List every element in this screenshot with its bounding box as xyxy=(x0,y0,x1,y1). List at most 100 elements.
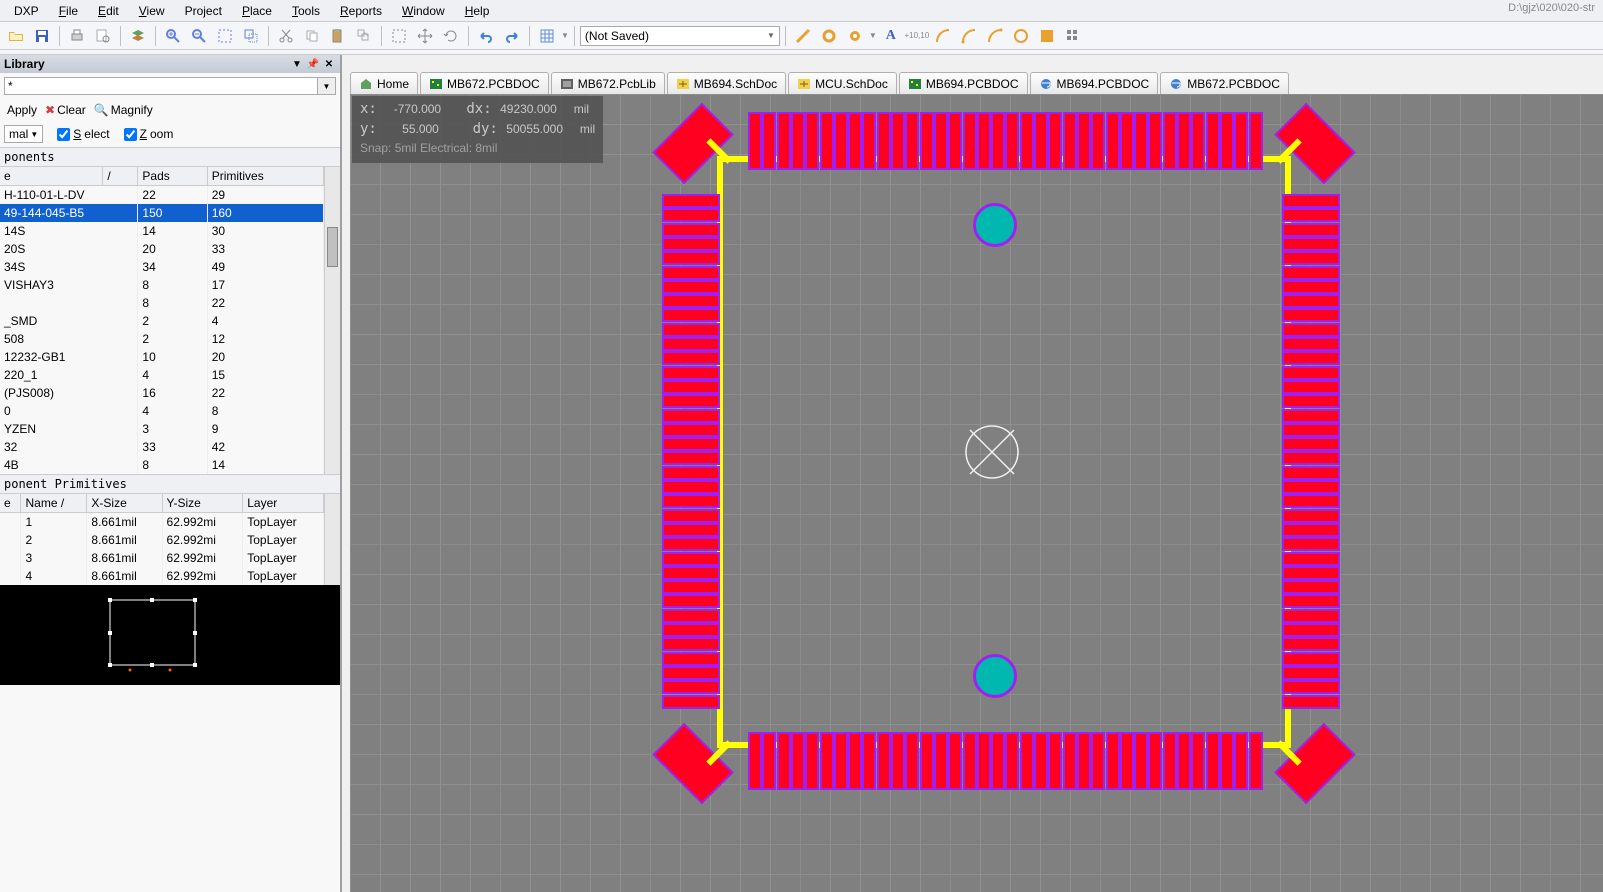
paste-icon[interactable] xyxy=(326,25,350,47)
table-row[interactable]: 048 xyxy=(0,402,324,420)
tab-mb672-pcblib[interactable]: MB672.PcbLib xyxy=(551,72,665,94)
pin-icon[interactable]: 📌 xyxy=(306,57,320,71)
close-icon[interactable]: ✕ xyxy=(322,57,336,71)
track-icon[interactable] xyxy=(791,25,815,47)
scrollbar[interactable] xyxy=(324,167,340,474)
smd-pad xyxy=(1048,732,1062,790)
tab-mb694-pcbdoc[interactable]: MB694.PCBDOC xyxy=(899,72,1028,94)
magnify-button[interactable]: 🔍Magnify xyxy=(91,101,156,119)
smd-pad xyxy=(862,112,876,170)
tab-mb672-pcbdoc[interactable]: MB672.PCBDOC xyxy=(420,72,549,94)
table-row[interactable]: (PJS008)1622 xyxy=(0,384,324,402)
zoom-checkbox[interactable]: Zoom xyxy=(124,127,174,141)
smd-pad xyxy=(1005,732,1019,790)
table-row[interactable]: 14S1430 xyxy=(0,222,324,240)
circle-icon[interactable] xyxy=(1009,25,1033,47)
dimension-icon[interactable]: +10,10 xyxy=(905,25,929,47)
table-row[interactable]: 34S3449 xyxy=(0,258,324,276)
menu-place[interactable]: Place xyxy=(232,2,282,20)
table-row[interactable]: 220_1415 xyxy=(0,366,324,384)
zoom-sel-icon[interactable] xyxy=(239,25,263,47)
save-icon[interactable] xyxy=(30,25,54,47)
table-row[interactable]: YZEN39 xyxy=(0,420,324,438)
array-icon[interactable] xyxy=(1061,25,1085,47)
select-icon[interactable] xyxy=(387,25,411,47)
pad-icon[interactable] xyxy=(817,25,841,47)
pcb-canvas[interactable]: x: -770.000 dx: 49230.000 mil y: 55.000 … xyxy=(350,94,1603,892)
menu-dxp[interactable]: DXP xyxy=(4,2,49,20)
redo-icon[interactable] xyxy=(500,25,524,47)
fiducial xyxy=(973,654,1017,698)
undo-icon[interactable] xyxy=(474,25,498,47)
tab-mb694-schdoc[interactable]: MB694.SchDoc xyxy=(667,72,786,94)
smd-pad xyxy=(1091,732,1105,790)
layers-icon[interactable] xyxy=(126,25,150,47)
menu-reports[interactable]: Reports xyxy=(330,2,392,20)
smd-pad xyxy=(762,112,776,170)
tab-mb672-pcbdoc[interactable]: MB672.PCBDOC xyxy=(1160,72,1289,94)
preview-icon[interactable] xyxy=(91,25,115,47)
menu-edit[interactable]: Edit xyxy=(88,2,129,20)
table-row[interactable]: 18.661mil62.992miTopLayer xyxy=(0,513,324,532)
smd-pad xyxy=(1282,251,1340,265)
primitives-grid[interactable]: eName /X-SizeY-SizeLayer 18.661mil62.992… xyxy=(0,494,324,585)
smd-pad xyxy=(1282,466,1340,480)
layer-dropdown[interactable]: (Not Saved) ▼ xyxy=(580,26,780,46)
smd-pad xyxy=(1282,223,1340,237)
select-checkbox[interactable]: Select xyxy=(57,127,109,141)
table-row[interactable]: 48.661mil62.992miTopLayer xyxy=(0,567,324,585)
menu-help[interactable]: Help xyxy=(455,2,500,20)
menu-tools[interactable]: Tools xyxy=(282,2,330,20)
zoom-fit-icon[interactable] xyxy=(213,25,237,47)
table-row[interactable]: 508212 xyxy=(0,330,324,348)
smd-pad xyxy=(662,652,720,666)
filter-dropdown-icon[interactable]: ▼ xyxy=(318,77,336,95)
menu-file[interactable]: File xyxy=(49,2,88,20)
table-row[interactable]: 20S2033 xyxy=(0,240,324,258)
zoom-out-icon[interactable] xyxy=(187,25,211,47)
arc1-icon[interactable] xyxy=(931,25,955,47)
table-row[interactable]: 28.661mil62.992miTopLayer xyxy=(0,531,324,549)
filter-input[interactable] xyxy=(4,77,318,95)
copy-icon[interactable] xyxy=(300,25,324,47)
via-icon[interactable] xyxy=(843,25,867,47)
clear-button[interactable]: ✖Clear xyxy=(42,101,89,119)
table-row[interactable]: 4B814 xyxy=(0,456,324,474)
table-row[interactable]: 822 xyxy=(0,294,324,312)
table-row[interactable]: VISHAY3817 xyxy=(0,276,324,294)
tab-mcu-schdoc[interactable]: MCU.SchDoc xyxy=(788,72,897,94)
cut-icon[interactable] xyxy=(274,25,298,47)
arc2-icon[interactable] xyxy=(957,25,981,47)
tab-mb694-pcbdoc[interactable]: MB694.PCBDOC xyxy=(1030,72,1159,94)
rotate-icon[interactable] xyxy=(439,25,463,47)
move-icon[interactable] xyxy=(413,25,437,47)
scrollbar[interactable] xyxy=(324,494,340,585)
smd-pad xyxy=(805,112,819,170)
menu-window[interactable]: Window xyxy=(392,2,455,20)
zoom-in-icon[interactable] xyxy=(161,25,185,47)
dropdown-icon[interactable]: ▼ xyxy=(290,57,304,71)
open-icon[interactable] xyxy=(4,25,28,47)
tab-home[interactable]: Home xyxy=(350,72,418,94)
apply-button[interactable]: Apply xyxy=(4,101,40,119)
table-row[interactable]: 323342 xyxy=(0,438,324,456)
print-icon[interactable] xyxy=(65,25,89,47)
table-row[interactable]: 12232-GB11020 xyxy=(0,348,324,366)
duplicate-icon[interactable] xyxy=(352,25,376,47)
menu-view[interactable]: View xyxy=(129,2,175,20)
menu-project[interactable]: Project xyxy=(175,2,232,20)
table-row[interactable]: H-110-01-L-DV2229 xyxy=(0,186,324,205)
table-row[interactable]: 38.661mil62.992miTopLayer xyxy=(0,549,324,567)
smd-pad xyxy=(662,366,720,380)
arc3-icon[interactable] xyxy=(983,25,1007,47)
string-icon[interactable]: A xyxy=(879,25,903,47)
mode-select[interactable]: mal▼ xyxy=(4,125,43,143)
table-row[interactable]: 49-144-045-B5150160 xyxy=(0,204,324,222)
table-row[interactable]: _SMD24 xyxy=(0,312,324,330)
grid-icon[interactable] xyxy=(535,25,559,47)
smd-pad xyxy=(662,409,720,423)
fill-icon[interactable] xyxy=(1035,25,1059,47)
library-title-bar[interactable]: Library ▼ 📌 ✕ xyxy=(0,55,340,73)
smd-pad xyxy=(791,732,805,790)
components-grid[interactable]: e/PadsPrimitives H-110-01-L-DV222949-144… xyxy=(0,167,324,474)
